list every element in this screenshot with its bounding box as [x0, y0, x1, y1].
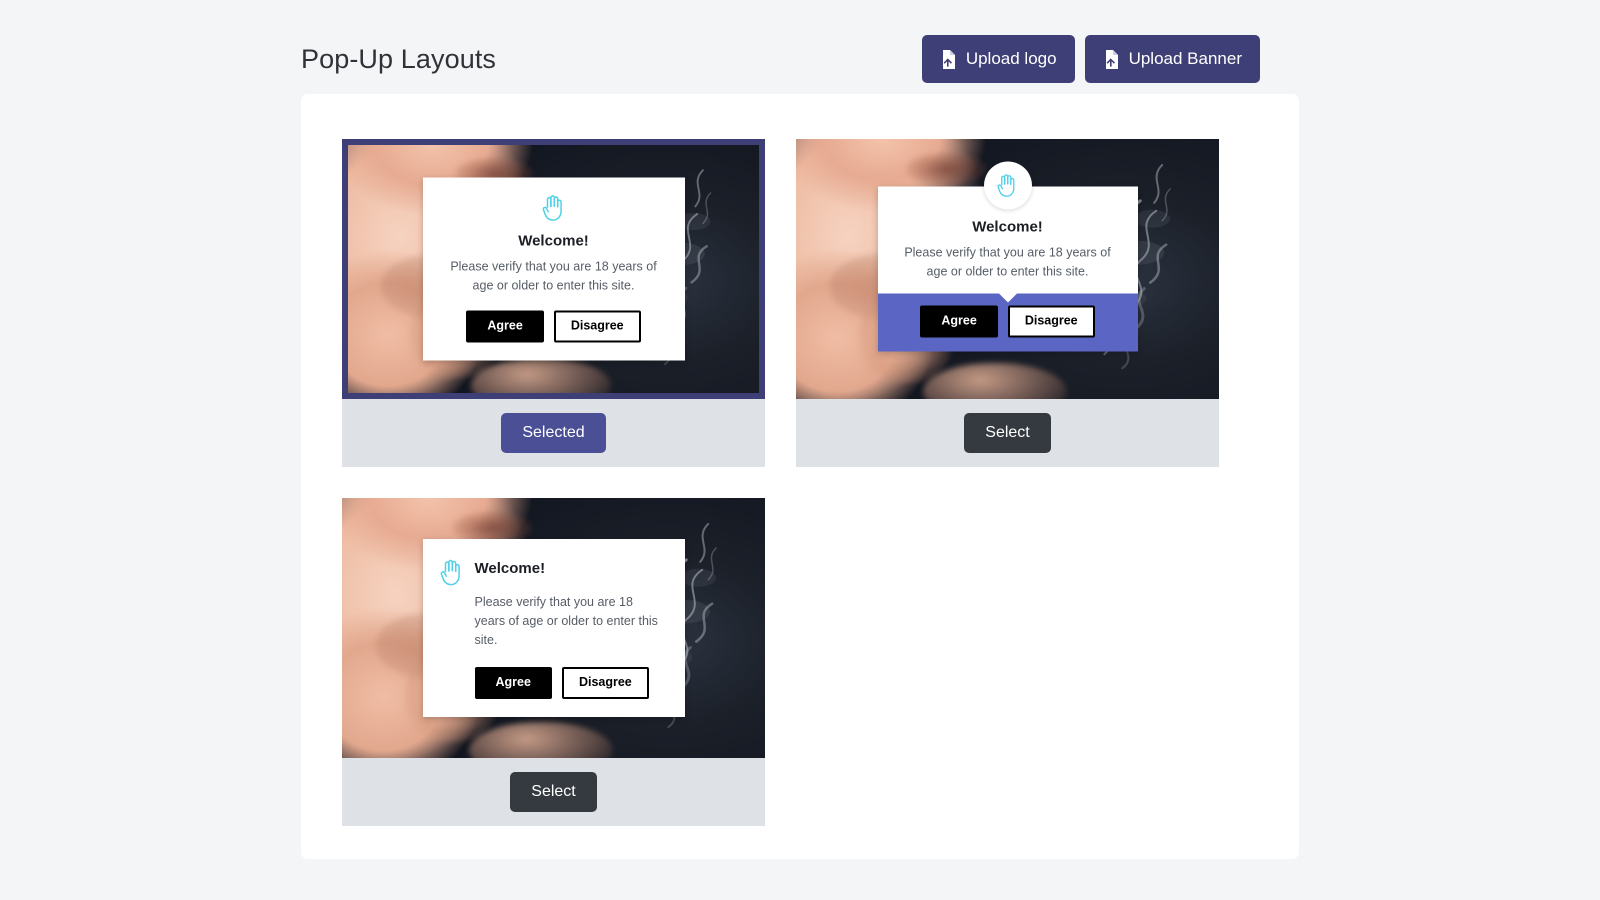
- popup-preview-badged: Welcome! Please verify that you are 18 y…: [877, 161, 1138, 352]
- page-header: Pop-Up Layouts Upload logo Upload Banner: [0, 0, 1600, 94]
- agree-button[interactable]: Agree: [920, 305, 998, 338]
- raised-hand-icon: [439, 558, 465, 587]
- agree-button[interactable]: Agree: [466, 310, 544, 343]
- popup-title: Welcome!: [972, 218, 1043, 236]
- disagree-button[interactable]: Disagree: [553, 310, 641, 343]
- popup-title: Welcome!: [474, 560, 546, 577]
- layout-card-footer: Selected: [342, 399, 765, 467]
- layouts-panel: Welcome! Please verify that you are 18 y…: [301, 94, 1299, 859]
- popup-icon-badge: [983, 161, 1032, 210]
- raised-hand-icon: [541, 194, 567, 223]
- upload-banner-button[interactable]: Upload Banner: [1084, 35, 1260, 83]
- layout-preview: Welcome! Please verify that you are 18 y…: [342, 139, 765, 399]
- select-layout-button[interactable]: Select: [964, 413, 1051, 453]
- popup-actions: Agree Disagree: [439, 310, 669, 343]
- layout-preview: Welcome! Please verify that you are 18 y…: [342, 498, 765, 758]
- popup-notch: [997, 292, 1018, 303]
- upload-logo-button[interactable]: Upload logo: [921, 35, 1075, 83]
- file-upload-icon: [940, 49, 957, 69]
- layout-preview: Welcome! Please verify that you are 18 y…: [796, 139, 1219, 399]
- disagree-button[interactable]: Disagree: [1007, 305, 1095, 338]
- popup-body-text: Please verify that you are 18 years of a…: [450, 259, 657, 292]
- popup-actions: Agree Disagree: [439, 667, 667, 699]
- disagree-button[interactable]: Disagree: [561, 667, 649, 699]
- raised-hand-icon: [996, 173, 1019, 199]
- select-layout-button[interactable]: Select: [510, 772, 597, 812]
- header-actions: Upload logo Upload Banner: [921, 35, 1260, 83]
- popup-preview-inline: Welcome! Please verify that you are 18 y…: [422, 539, 685, 717]
- layout-cards-grid: Welcome! Please verify that you are 18 y…: [301, 134, 1299, 826]
- panel-wrapper: Welcome! Please verify that you are 18 y…: [0, 94, 1600, 859]
- file-upload-icon: [1103, 49, 1120, 69]
- page-title: Pop-Up Layouts: [301, 43, 497, 74]
- layout-card[interactable]: Welcome! Please verify that you are 18 y…: [342, 498, 765, 826]
- popup-body-text: Please verify that you are 18 years of a…: [474, 595, 658, 647]
- layout-card[interactable]: Welcome! Please verify that you are 18 y…: [796, 139, 1219, 467]
- popup-preview-centered: Welcome! Please verify that you are 18 y…: [422, 177, 685, 361]
- popup-header-row: Welcome!: [439, 556, 667, 587]
- layout-card[interactable]: Welcome! Please verify that you are 18 y…: [342, 139, 765, 467]
- select-layout-button[interactable]: Selected: [501, 413, 606, 453]
- agree-button[interactable]: Agree: [474, 667, 552, 699]
- layout-card-footer: Select: [796, 399, 1219, 467]
- upload-banner-label: Upload Banner: [1128, 49, 1242, 68]
- popup-title: Welcome!: [518, 232, 589, 250]
- layout-card-footer: Select: [342, 758, 765, 826]
- upload-logo-label: Upload logo: [965, 49, 1057, 68]
- popup-body-text: Please verify that you are 18 years of a…: [904, 245, 1111, 278]
